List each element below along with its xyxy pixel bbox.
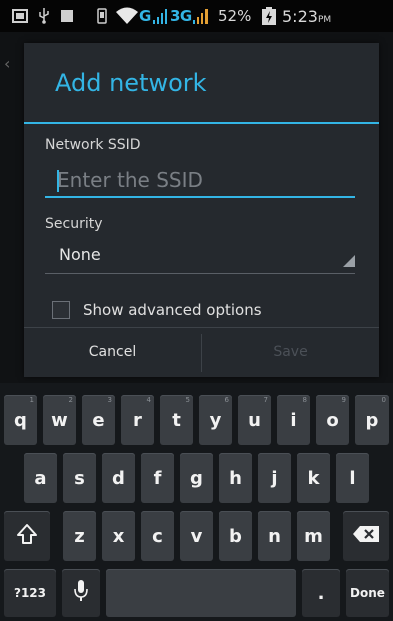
key-f[interactable]: f [141, 453, 174, 503]
key-y[interactable]: 6y [199, 395, 232, 445]
battery-icon [262, 0, 276, 32]
key-r[interactable]: 4r [121, 395, 154, 445]
key-o[interactable]: 9o [316, 395, 349, 445]
key-k[interactable]: k [297, 453, 330, 503]
ssid-label: Network SSID [45, 137, 141, 153]
key-t[interactable]: 5t [160, 395, 193, 445]
microphone-icon [73, 579, 89, 608]
key-g[interactable]: g [180, 453, 213, 503]
clock: 5:23PM [282, 6, 332, 26]
show-advanced-option[interactable]: Show advanced options [52, 298, 352, 324]
key-b[interactable]: b [219, 511, 252, 561]
key-p[interactable]: 0p [355, 395, 389, 445]
key-j[interactable]: j [258, 453, 291, 503]
key-n[interactable]: n [258, 511, 291, 561]
key-z[interactable]: z [63, 511, 96, 561]
key-q[interactable]: 1q [4, 395, 37, 445]
shift-key[interactable] [4, 511, 50, 561]
key-s[interactable]: s [63, 453, 96, 503]
space-key[interactable] [106, 569, 296, 617]
key-d[interactable]: d [102, 453, 135, 503]
security-value: None [59, 245, 101, 264]
screenshot-notification-icon [12, 0, 28, 32]
wifi-icon [116, 0, 138, 32]
done-key[interactable]: Done [346, 569, 389, 617]
key-e[interactable]: 3e [82, 395, 115, 445]
dropdown-corner-icon [343, 252, 355, 271]
title-divider [24, 122, 379, 124]
add-network-dialog: Add network Network SSID Security None S… [24, 43, 379, 377]
ssid-input[interactable] [45, 164, 355, 198]
key-a[interactable]: a [24, 453, 57, 503]
key-h[interactable]: h [219, 453, 252, 503]
battery-percent: 52% [218, 7, 252, 25]
signal-strength-1-icon [153, 0, 167, 32]
soft-keyboard: 1q 2w 3e 4r 5t 6y 7u 8i 9o 0p a s d f g … [0, 383, 393, 621]
period-key[interactable]: . [302, 569, 340, 617]
key-u[interactable]: 7u [238, 395, 271, 445]
text-cursor [57, 170, 59, 192]
usb-icon [38, 0, 50, 32]
save-button[interactable]: Save [202, 328, 379, 377]
dialog-title: Add network [55, 69, 207, 97]
key-l[interactable]: l [336, 453, 369, 503]
notification-square-icon [61, 0, 73, 32]
vibrate-icon [96, 0, 108, 32]
show-advanced-checkbox[interactable] [52, 301, 70, 319]
signal-strength-2-icon [193, 0, 209, 32]
show-advanced-label: Show advanced options [83, 301, 262, 319]
key-i[interactable]: 8i [277, 395, 310, 445]
shift-icon [16, 523, 38, 550]
backspace-icon [352, 525, 380, 548]
voice-input-key[interactable] [62, 569, 100, 617]
symbols-key[interactable]: ?123 [4, 569, 56, 617]
key-c[interactable]: c [141, 511, 174, 561]
network-type-g: G [139, 7, 152, 25]
backspace-key[interactable] [343, 511, 389, 561]
network-type-3g: 3G [170, 7, 192, 25]
security-dropdown[interactable]: None [45, 239, 355, 274]
key-m[interactable]: m [297, 511, 330, 561]
key-v[interactable]: v [180, 511, 213, 561]
security-label: Security [45, 216, 103, 232]
status-bar: G 3G 52% 5:23PM [0, 0, 393, 32]
back-chevron-icon: ‹ [4, 54, 11, 73]
key-w[interactable]: 2w [43, 395, 76, 445]
key-x[interactable]: x [102, 511, 135, 561]
cancel-button[interactable]: Cancel [24, 328, 201, 377]
